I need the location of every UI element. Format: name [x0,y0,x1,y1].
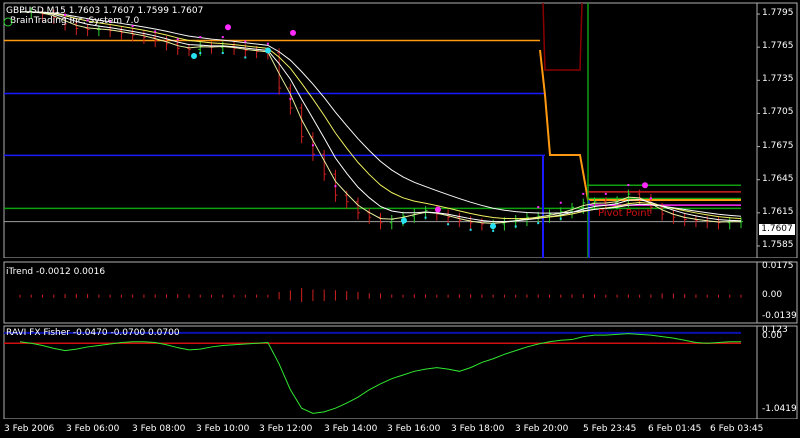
main-price-pane[interactable]: GBPUSD,M15 1.7603 1.7607 1.7599 1.7607 B… [0,0,800,258]
current-price-tag: 1.7607 [759,224,795,235]
x-tick-label: 3 Feb 16:00 [387,424,441,434]
pink-marker [334,185,337,188]
pink-marker [537,206,540,209]
pink-marker [176,38,179,41]
y-tick-label: 1.7765 [762,41,794,52]
darkred-step-line [542,2,583,71]
signal-dot [265,47,271,54]
x-tick-label: 3 Feb 20:00 [515,424,569,434]
x-tick-label: 5 Feb 23:45 [583,424,637,434]
indicator-name: BrainTrading Inc. System 7.0 [10,16,140,26]
fisher-pane[interactable]: RAVI FX Fisher -0.0470 -0.0700 0.0700 0.… [0,325,800,419]
y-tick-label: 1.7705 [762,107,794,118]
price-chart-svg[interactable] [0,0,800,258]
pink-marker [199,36,202,39]
x-tick-label: 3 Feb 2006 [4,424,55,434]
y-tick-label: 1.7585 [762,239,794,250]
cyan-marker [244,56,247,59]
pink-marker [582,192,585,195]
cyan-marker [537,222,540,225]
pink-marker [311,144,314,147]
fisher-y-tick: 0.00 [762,331,783,341]
x-tick-label: 3 Feb 08:00 [132,424,186,434]
x-tick-label: 3 Feb 10:00 [196,424,250,434]
itrend-y-tick: -0.0139 [762,311,797,321]
moving-average-line [20,11,742,223]
pink-marker [154,30,157,33]
pink-marker [604,192,607,195]
cyan-marker [514,225,517,228]
pink-marker [627,184,630,187]
fisher-y-tick: -1.0419 [762,404,797,414]
pivot-point-label: Pivot Point [598,208,651,219]
signal-dot [490,223,496,230]
y-tick-label: 1.7735 [762,74,794,85]
cyan-marker [492,229,495,232]
itrend-pane[interactable]: iTrend -0.0012 0.0016 0.0175 0.00 -0.0139 [0,261,800,324]
fisher-label: RAVI FX Fisher -0.0470 -0.0700 0.0700 [6,328,180,338]
x-tick-label: 3 Feb 14:00 [324,424,378,434]
x-tick-label: 6 Feb 03:45 [710,424,764,434]
pink-marker [244,40,247,43]
pink-marker [559,201,562,204]
x-tick-label: 3 Feb 18:00 [451,424,505,434]
x-tick-label: 6 Feb 01:45 [648,424,702,434]
orange-step-line [539,49,741,201]
itrend-frame [3,261,798,324]
signal-dot [290,29,296,36]
x-tick-label: 3 Feb 12:00 [259,424,313,434]
cyan-marker [424,216,427,219]
y-tick-label: 1.7615 [762,206,794,217]
y-tick-label: 1.7795 [762,8,794,19]
itrend-y-tick: 0.0175 [762,261,794,271]
cyan-marker [559,217,562,220]
itrend-y-tick: 0.00 [762,290,783,301]
cyan-marker [199,52,202,55]
itrend-chart-svg[interactable] [0,261,800,324]
moving-average-line [20,11,742,220]
pink-marker [289,97,292,100]
fisher-frame [3,325,798,419]
signal-dot [435,206,441,213]
pink-marker [221,36,224,39]
itrend-label: iTrend -0.0012 0.0016 [6,267,106,277]
x-tick-label: 3 Feb 06:00 [66,424,120,434]
pink-marker [649,197,652,200]
cyan-marker [469,228,472,231]
cyan-marker [221,52,224,55]
cyan-marker [447,223,450,226]
signal-dot [642,182,648,189]
y-tick-label: 1.7675 [762,140,794,151]
signal-dot [191,53,197,60]
signal-dot [225,24,231,31]
y-tick-label: 1.7645 [762,173,794,184]
fisher-chart-svg[interactable] [0,325,800,419]
expert-smiley-icon [3,17,13,27]
signal-dot [401,217,407,224]
pink-marker [266,42,269,45]
symbol-info: GBPUSD,M15 1.7603 1.7607 1.7599 1.7607 [6,6,204,16]
fisher-line [19,333,741,414]
